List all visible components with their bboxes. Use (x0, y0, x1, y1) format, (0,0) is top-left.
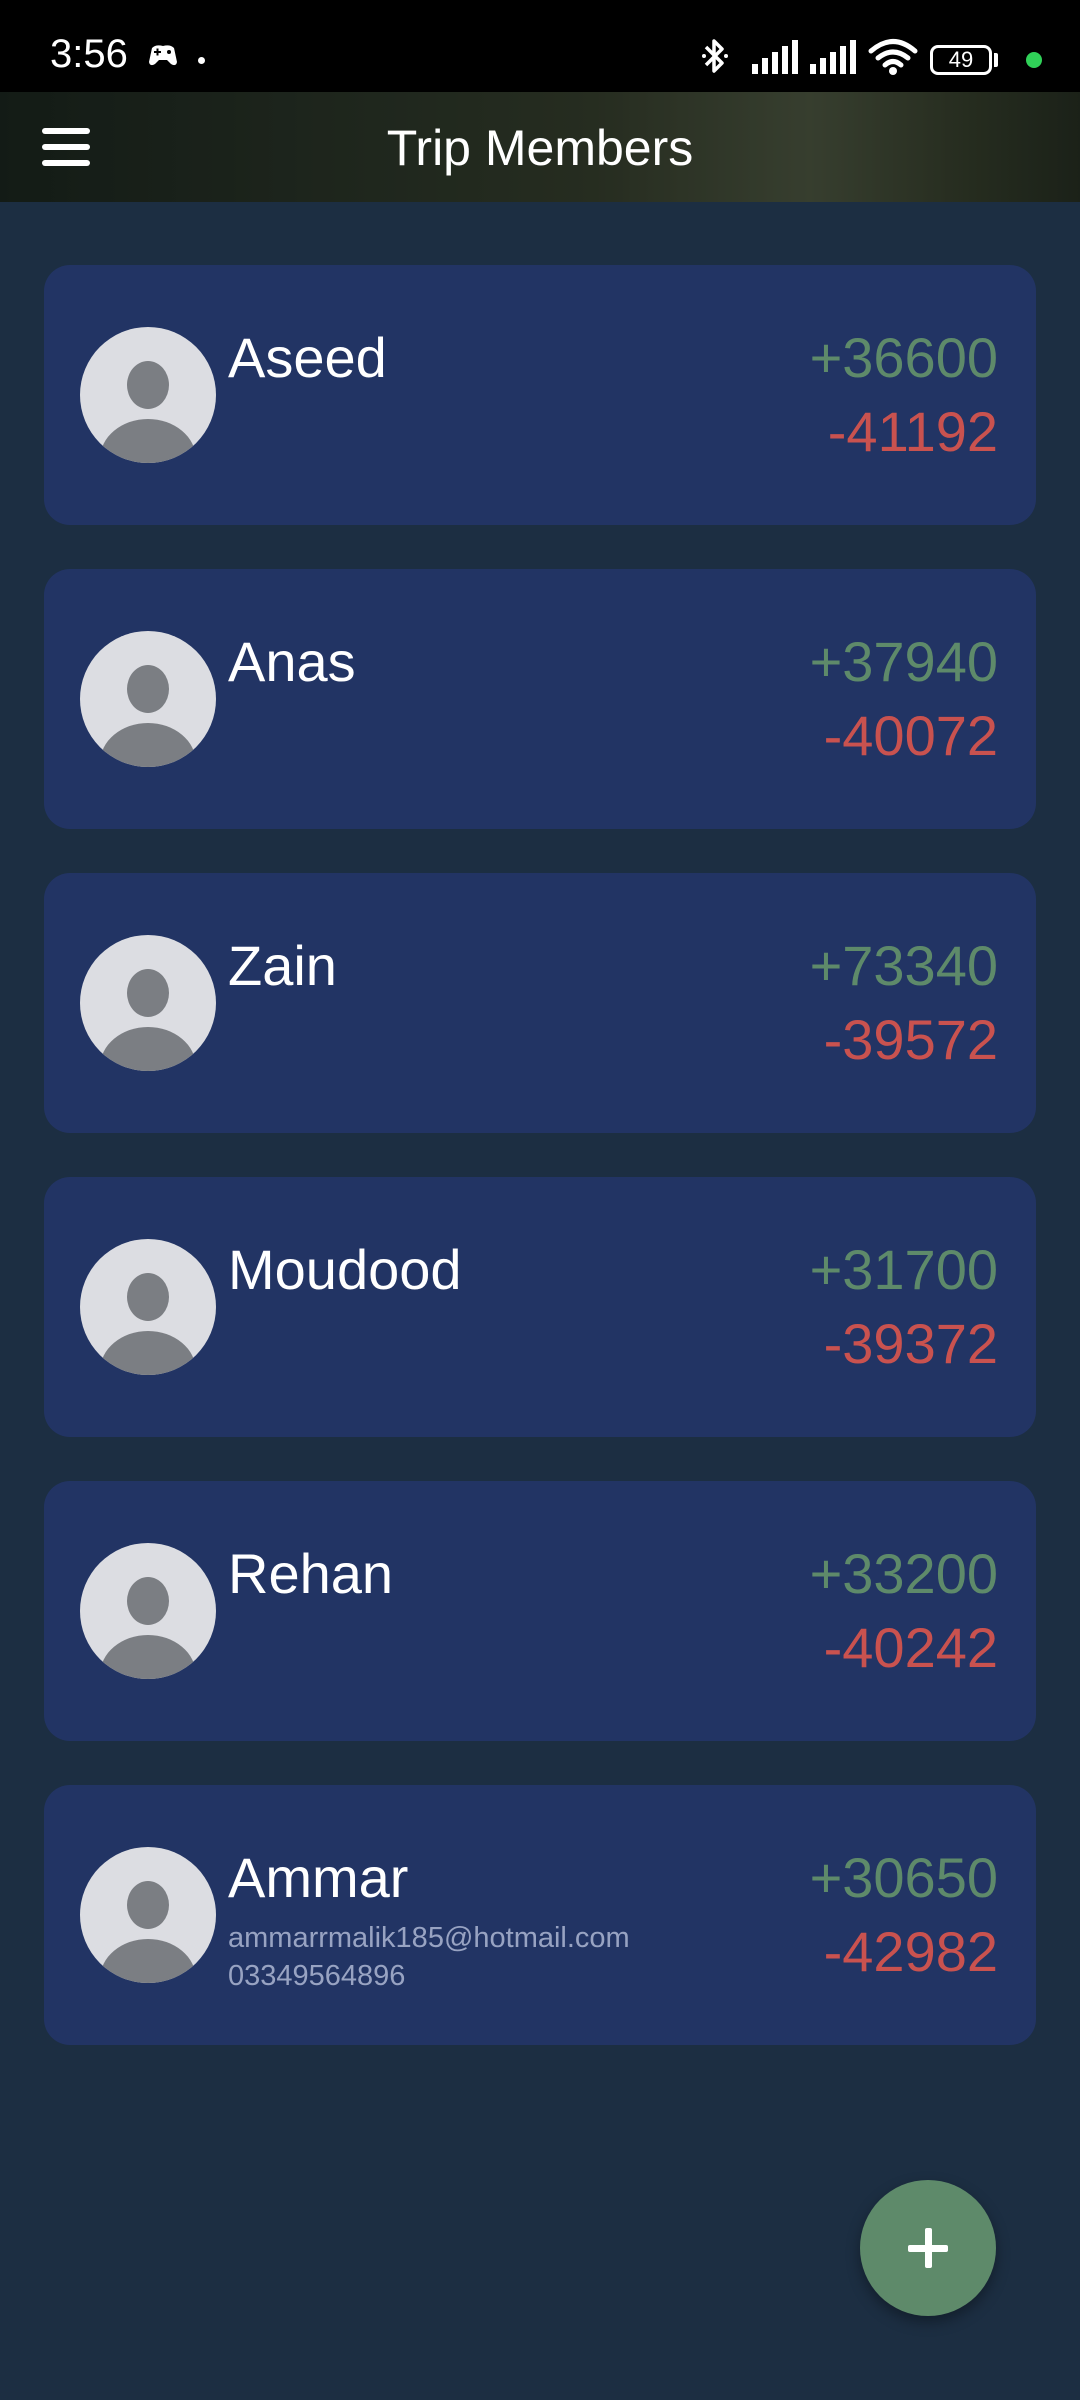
signal-icon (810, 40, 858, 79)
wifi-icon (868, 38, 918, 81)
battery-icon: 49 (930, 45, 992, 75)
member-card[interactable]: Anas +37940 -40072 (44, 569, 1036, 829)
avatar-icon (80, 1847, 216, 1983)
battery-level: 49 (948, 47, 974, 72)
member-name: Ammar (228, 1846, 409, 1909)
add-member-button[interactable] (860, 2180, 996, 2316)
amount-negative: -39372 (823, 1312, 998, 1375)
amount-negative: -41192 (827, 400, 998, 463)
member-list: Aseed +36600 -41192 Anas +37940 -40072 Z… (44, 265, 1036, 2089)
notification-dot-icon (198, 57, 205, 64)
page-title: Trip Members (386, 120, 694, 176)
member-email: ammarrmalik185@hotmail.com (228, 1922, 630, 1954)
amount-positive: +36600 (809, 326, 998, 389)
bluetooth-icon (700, 36, 730, 81)
member-name: Rehan (228, 1542, 394, 1605)
avatar-icon (80, 1543, 216, 1679)
amount-negative: -40242 (823, 1616, 998, 1679)
avatar-icon (80, 935, 216, 1071)
member-name: Aseed (228, 326, 387, 389)
amount-positive: +37940 (809, 630, 998, 693)
amount-positive: +30650 (809, 1846, 998, 1909)
amount-negative: -39572 (823, 1008, 998, 1071)
avatar-icon (80, 631, 216, 767)
amount-negative: -40072 (823, 704, 998, 767)
avatar-icon (80, 1239, 216, 1375)
amount-negative: -42982 (823, 1920, 998, 1983)
member-card[interactable]: Rehan +33200 -40242 (44, 1481, 1036, 1741)
signal-icon (752, 40, 800, 79)
status-bar: 3:56 49 (0, 0, 1080, 92)
member-name: Zain (228, 934, 337, 997)
game-controller-icon (146, 42, 180, 75)
amount-positive: +73340 (809, 934, 998, 997)
amount-positive: +33200 (809, 1542, 998, 1605)
member-name: Moudood (228, 1238, 462, 1301)
status-icons: 49 (660, 0, 1080, 92)
avatar-icon (80, 327, 216, 463)
member-card[interactable]: Zain +73340 -39572 (44, 873, 1036, 1133)
member-card[interactable]: Ammar ammarrmalik185@hotmail.com 0334956… (44, 1785, 1036, 2045)
member-phone: 03349564896 (228, 1960, 406, 1992)
green-dot-icon (1026, 52, 1042, 68)
battery-nub (994, 53, 998, 67)
member-card[interactable]: Moudood +31700 -39372 (44, 1177, 1036, 1437)
member-name: Anas (228, 630, 356, 693)
status-time: 3:56 (50, 32, 128, 76)
member-card[interactable]: Aseed +36600 -41192 (44, 265, 1036, 525)
amount-positive: +31700 (809, 1238, 998, 1301)
app-bar: Trip Members (0, 92, 1080, 202)
